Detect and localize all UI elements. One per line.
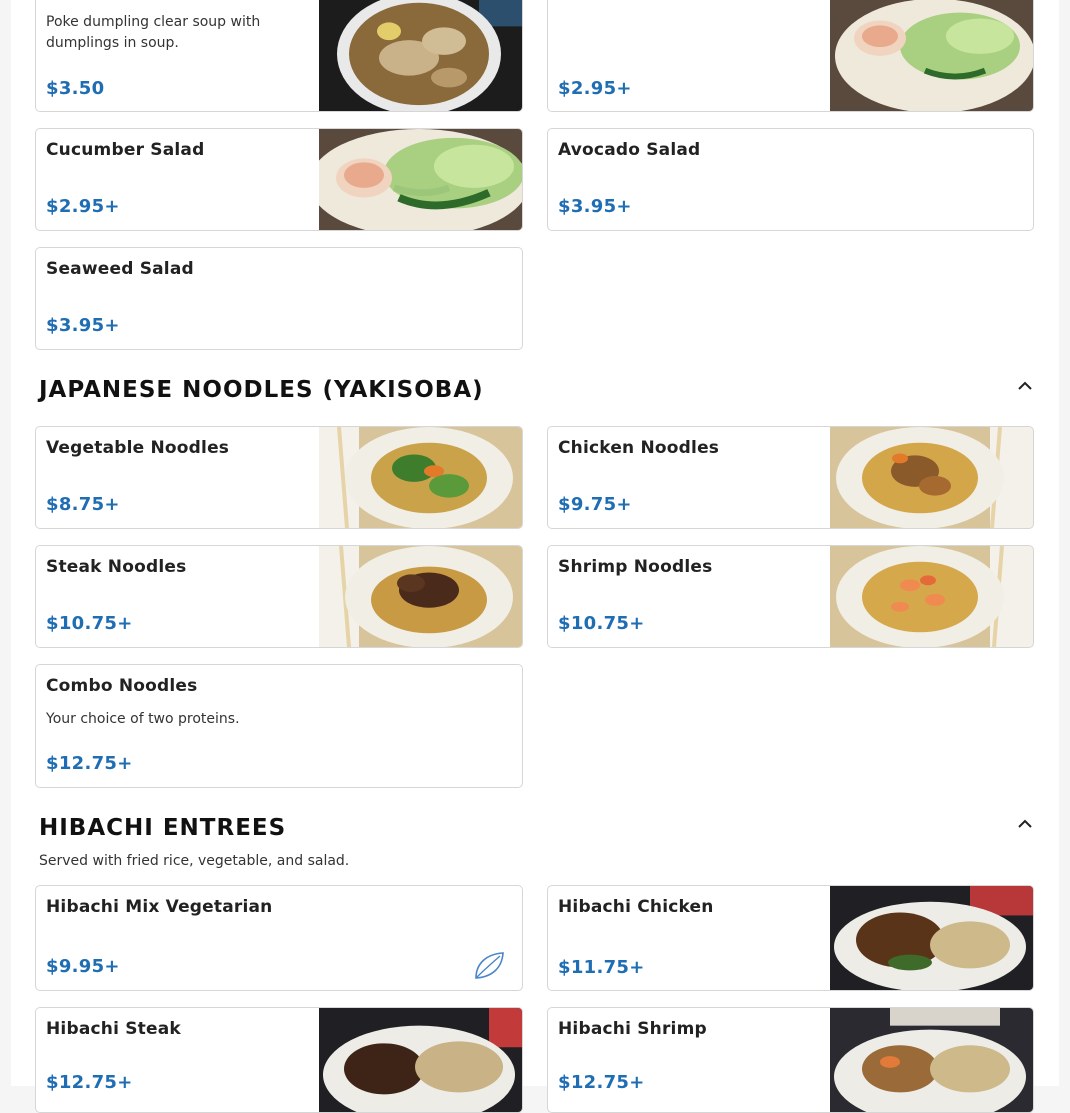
item-price: $2.95+ bbox=[558, 78, 632, 99]
menu-item-card[interactable]: Hibachi Steak $12.75+ bbox=[35, 1007, 523, 1113]
item-name: Hibachi Shrimp bbox=[558, 1019, 707, 1039]
section-title-noodles: JAPANESE NOODLES (YAKISOBA) bbox=[39, 377, 484, 403]
item-price: $10.75+ bbox=[46, 613, 133, 634]
item-name: Seaweed Salad bbox=[46, 259, 194, 279]
item-name: Vegetable Noodles bbox=[46, 438, 230, 458]
item-photo-hibachi-steak bbox=[319, 1008, 522, 1112]
menu-item-card[interactable]: Steak Noodles $10.75+ bbox=[35, 545, 523, 648]
item-price: $11.75+ bbox=[558, 957, 645, 978]
chevron-up-icon[interactable] bbox=[1016, 816, 1034, 830]
item-name: Cucumber Salad bbox=[46, 140, 205, 160]
item-photo-salad bbox=[830, 0, 1033, 111]
item-name: Steak Noodles bbox=[46, 557, 187, 577]
menu-item-card[interactable]: Shrimp Noodles $10.75+ bbox=[547, 545, 1034, 648]
item-description: Your choice of two proteins. bbox=[46, 711, 240, 727]
item-price: $9.75+ bbox=[558, 494, 632, 515]
chevron-up-icon[interactable] bbox=[1016, 378, 1034, 392]
item-price: $10.75+ bbox=[558, 613, 645, 634]
menu-item-card[interactable]: Chicken Noodles $9.75+ bbox=[547, 426, 1034, 529]
item-price: $2.95+ bbox=[46, 196, 120, 217]
item-price: $8.75+ bbox=[46, 494, 120, 515]
leaf-icon bbox=[472, 950, 506, 980]
item-price: $3.50 bbox=[46, 78, 105, 99]
item-price: $12.75+ bbox=[46, 753, 133, 774]
item-price: $9.95+ bbox=[46, 956, 120, 977]
item-photo-vegetable-noodles bbox=[319, 427, 522, 528]
menu-item-card[interactable]: Hibachi Mix Vegetarian $9.95+ bbox=[35, 885, 523, 991]
item-price: $3.95+ bbox=[46, 315, 120, 336]
item-name: Combo Noodles bbox=[46, 676, 198, 696]
item-photo-hibachi-chicken bbox=[830, 886, 1033, 990]
menu-item-card[interactable]: Poke dumpling clear soup with dumplings … bbox=[35, 0, 523, 112]
item-photo-cucumber-salad bbox=[319, 129, 522, 230]
item-name: Hibachi Steak bbox=[46, 1019, 181, 1039]
menu-item-card[interactable]: Vegetable Noodles $8.75+ bbox=[35, 426, 523, 529]
item-description: Poke dumpling clear soup with dumplings … bbox=[46, 14, 261, 51]
item-name: Avocado Salad bbox=[558, 140, 701, 160]
item-name: Hibachi Chicken bbox=[558, 897, 714, 917]
item-price: $12.75+ bbox=[46, 1072, 133, 1093]
menu-item-card[interactable]: $2.95+ bbox=[547, 0, 1034, 112]
item-name: Chicken Noodles bbox=[558, 438, 720, 458]
item-name: Hibachi Mix Vegetarian bbox=[46, 897, 273, 917]
item-photo-dumpling-soup bbox=[319, 0, 522, 111]
menu-item-card[interactable]: Hibachi Shrimp $12.75+ bbox=[547, 1007, 1034, 1113]
menu-item-card[interactable]: Cucumber Salad $2.95+ bbox=[35, 128, 523, 231]
menu-item-card[interactable]: Hibachi Chicken $11.75+ bbox=[547, 885, 1034, 991]
item-name: Shrimp Noodles bbox=[558, 557, 713, 577]
item-photo-steak-noodles bbox=[319, 546, 522, 647]
item-photo-hibachi-shrimp bbox=[830, 1008, 1033, 1112]
item-price: $12.75+ bbox=[558, 1072, 645, 1093]
section-subtitle-hibachi: Served with fried rice, vegetable, and s… bbox=[39, 853, 350, 869]
section-title-hibachi: HIBACHI ENTREES bbox=[39, 815, 287, 841]
item-photo-chicken-noodles bbox=[830, 427, 1033, 528]
menu-item-card[interactable]: Combo Noodles Your choice of two protein… bbox=[35, 664, 523, 788]
menu-page: Poke dumpling clear soup with dumplings … bbox=[11, 0, 1059, 1113]
item-photo-shrimp-noodles bbox=[830, 546, 1033, 647]
menu-item-card[interactable]: Avocado Salad $3.95+ bbox=[547, 128, 1034, 231]
menu-item-card[interactable]: Seaweed Salad $3.95+ bbox=[35, 247, 523, 350]
item-price: $3.95+ bbox=[558, 196, 632, 217]
